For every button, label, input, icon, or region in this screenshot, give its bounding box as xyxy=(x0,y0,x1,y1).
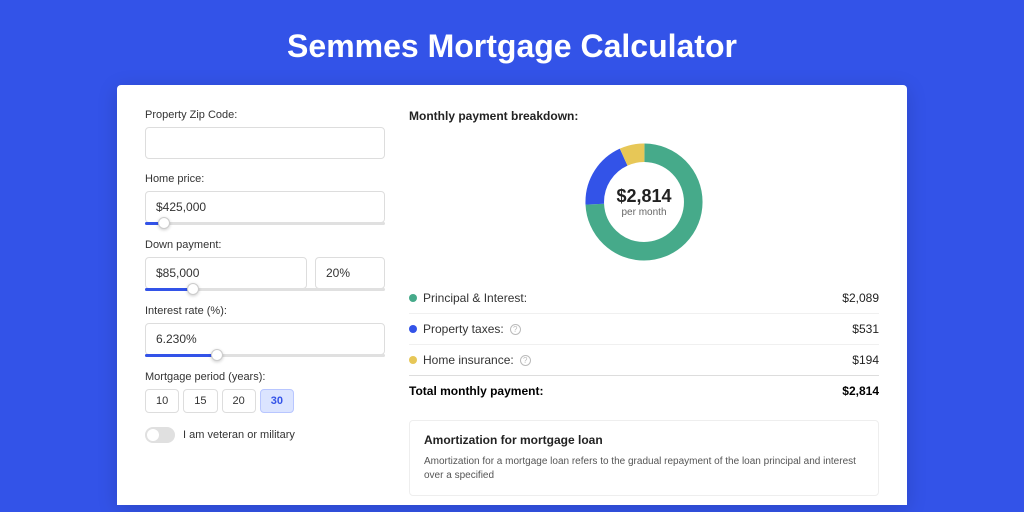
down-payment-slider[interactable] xyxy=(145,288,385,291)
period-btn-20[interactable]: 20 xyxy=(222,389,256,413)
veteran-label: I am veteran or military xyxy=(183,429,295,441)
breakdown-title: Monthly payment breakdown: xyxy=(409,109,879,123)
period-buttons: 10 15 20 30 xyxy=(145,389,385,413)
home-price-input[interactable] xyxy=(145,191,385,223)
total-value: $2,814 xyxy=(842,384,879,398)
dot-icon xyxy=(409,325,417,333)
total-row: Total monthly payment: $2,814 xyxy=(409,375,879,406)
down-payment-label: Down payment: xyxy=(145,239,385,251)
help-icon[interactable]: ? xyxy=(520,355,531,366)
down-payment-input[interactable] xyxy=(145,257,307,289)
help-icon[interactable]: ? xyxy=(510,324,521,335)
calculator-card: Property Zip Code: Home price: Down paym… xyxy=(117,85,907,505)
home-price-slider[interactable] xyxy=(145,222,385,225)
legend-value: $194 xyxy=(852,353,879,367)
interest-label: Interest rate (%): xyxy=(145,305,385,317)
amortization-text: Amortization for a mortgage loan refers … xyxy=(424,455,864,483)
period-label: Mortgage period (years): xyxy=(145,371,385,383)
donut-center-label: per month xyxy=(621,207,666,218)
breakdown-panel: Monthly payment breakdown: $2,814 per mo… xyxy=(409,109,879,505)
legend-value: $2,089 xyxy=(842,291,879,305)
payment-donut-chart: $2,814 per month xyxy=(579,137,709,267)
interest-slider[interactable] xyxy=(145,354,385,357)
legend-label: Principal & Interest: xyxy=(423,291,527,305)
dot-icon xyxy=(409,294,417,302)
down-payment-field: Down payment: xyxy=(145,239,385,291)
home-price-label: Home price: xyxy=(145,173,385,185)
interest-field: Interest rate (%): xyxy=(145,305,385,357)
amortization-title: Amortization for mortgage loan xyxy=(424,433,864,447)
legend-value: $531 xyxy=(852,322,879,336)
zip-field: Property Zip Code: xyxy=(145,109,385,159)
legend-taxes: Property taxes: ? $531 xyxy=(409,314,879,345)
form-panel: Property Zip Code: Home price: Down paym… xyxy=(145,109,385,505)
period-btn-15[interactable]: 15 xyxy=(183,389,217,413)
total-label: Total monthly payment: xyxy=(409,384,543,398)
legend-label: Property taxes: xyxy=(423,322,504,336)
page-title: Semmes Mortgage Calculator xyxy=(0,0,1024,85)
interest-input[interactable] xyxy=(145,323,385,355)
legend-principal: Principal & Interest: $2,089 xyxy=(409,283,879,314)
home-price-field: Home price: xyxy=(145,173,385,225)
donut-center-value: $2,814 xyxy=(616,186,671,207)
legend-insurance: Home insurance: ? $194 xyxy=(409,345,879,376)
veteran-toggle[interactable] xyxy=(145,427,175,443)
legend-label: Home insurance: xyxy=(423,353,514,367)
down-payment-pct-input[interactable] xyxy=(315,257,385,289)
dot-icon xyxy=(409,356,417,364)
veteran-row: I am veteran or military xyxy=(145,427,385,443)
period-btn-10[interactable]: 10 xyxy=(145,389,179,413)
zip-input[interactable] xyxy=(145,127,385,159)
period-field: Mortgage period (years): 10 15 20 30 xyxy=(145,371,385,413)
amortization-box: Amortization for mortgage loan Amortizat… xyxy=(409,420,879,496)
period-btn-30[interactable]: 30 xyxy=(260,389,294,413)
zip-label: Property Zip Code: xyxy=(145,109,385,121)
